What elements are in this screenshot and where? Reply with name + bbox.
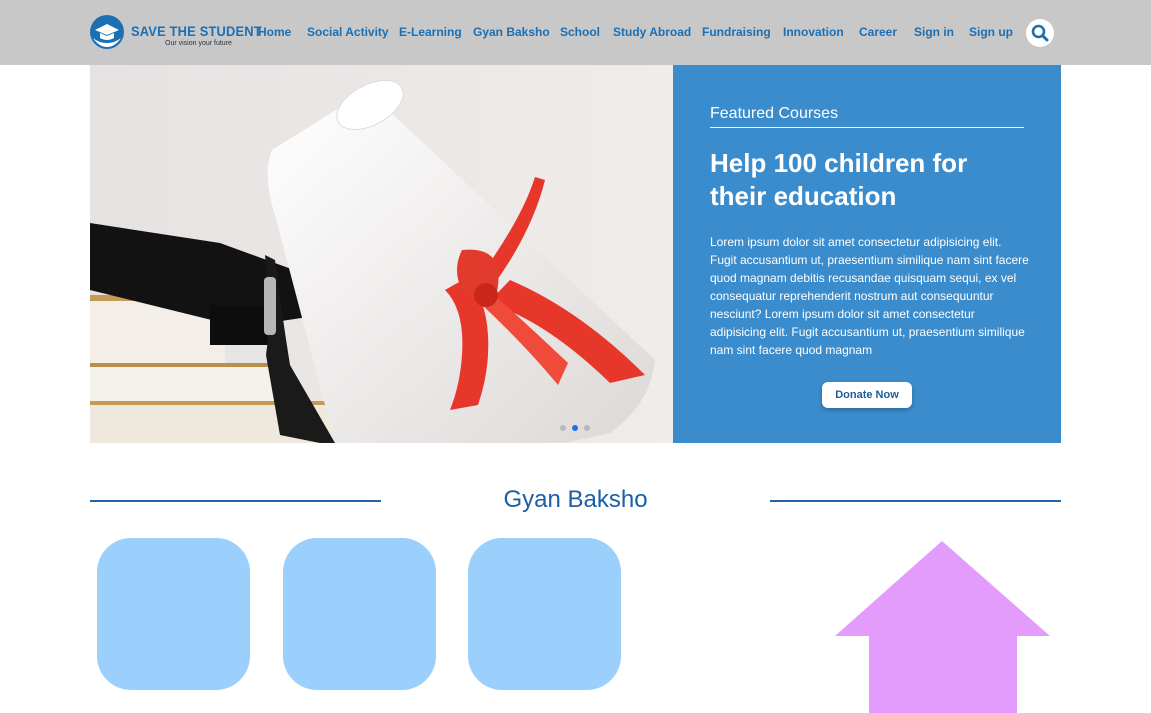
- nav-gyan-baksho[interactable]: Gyan Baksho: [473, 25, 550, 39]
- nav-fundraising[interactable]: Fundraising: [702, 25, 771, 39]
- brand-name: SAVE THE STUDENT: [131, 23, 262, 39]
- carousel-dot-active[interactable]: [572, 425, 578, 431]
- nav-home[interactable]: Home: [258, 25, 291, 39]
- featured-divider: [710, 127, 1024, 128]
- site-logo[interactable]: SAVE THE STUDENT Our vision your future: [89, 14, 262, 52]
- brand-tagline: Our vision your future: [165, 40, 232, 47]
- nav-career[interactable]: Career: [859, 25, 897, 39]
- gyan-baksho-card[interactable]: [468, 538, 621, 690]
- donate-now-button[interactable]: Donate Now: [822, 382, 912, 408]
- hero-image: [90, 65, 673, 443]
- section-divider-left: [90, 500, 381, 502]
- nav-innovation[interactable]: Innovation: [783, 25, 844, 39]
- nav-e-learning[interactable]: E-Learning: [399, 25, 462, 39]
- gyan-baksho-card[interactable]: [97, 538, 250, 690]
- carousel-dots: [560, 425, 600, 433]
- featured-description: Lorem ipsum dolor sit amet consectetur a…: [710, 235, 1029, 357]
- nav-study-abroad[interactable]: Study Abroad: [613, 25, 691, 39]
- gyan-baksho-card[interactable]: [283, 538, 436, 690]
- featured-title: Help 100 children for their education: [710, 148, 968, 211]
- nav-school[interactable]: School: [560, 25, 600, 39]
- nav-social-activity[interactable]: Social Activity: [307, 25, 389, 39]
- graduation-cap-hands-icon: [90, 15, 124, 49]
- featured-label: Featured Courses: [710, 105, 839, 122]
- carousel-dot[interactable]: [560, 425, 566, 431]
- nav-sign-up[interactable]: Sign up: [969, 25, 1013, 39]
- carousel-dot[interactable]: [584, 425, 590, 431]
- diploma-illustration: [90, 65, 673, 443]
- featured-course-panel: Featured Courses Help 100 children for t…: [673, 65, 1061, 443]
- search-button[interactable]: [1026, 19, 1054, 47]
- nav-sign-in[interactable]: Sign in: [914, 25, 954, 39]
- section-title: Gyan Baksho: [503, 486, 648, 513]
- up-arrow-icon[interactable]: [835, 541, 1050, 713]
- section-divider-right: [770, 500, 1061, 502]
- search-icon: [1031, 24, 1049, 42]
- site-header: SAVE THE STUDENT Our vision your future …: [0, 0, 1151, 65]
